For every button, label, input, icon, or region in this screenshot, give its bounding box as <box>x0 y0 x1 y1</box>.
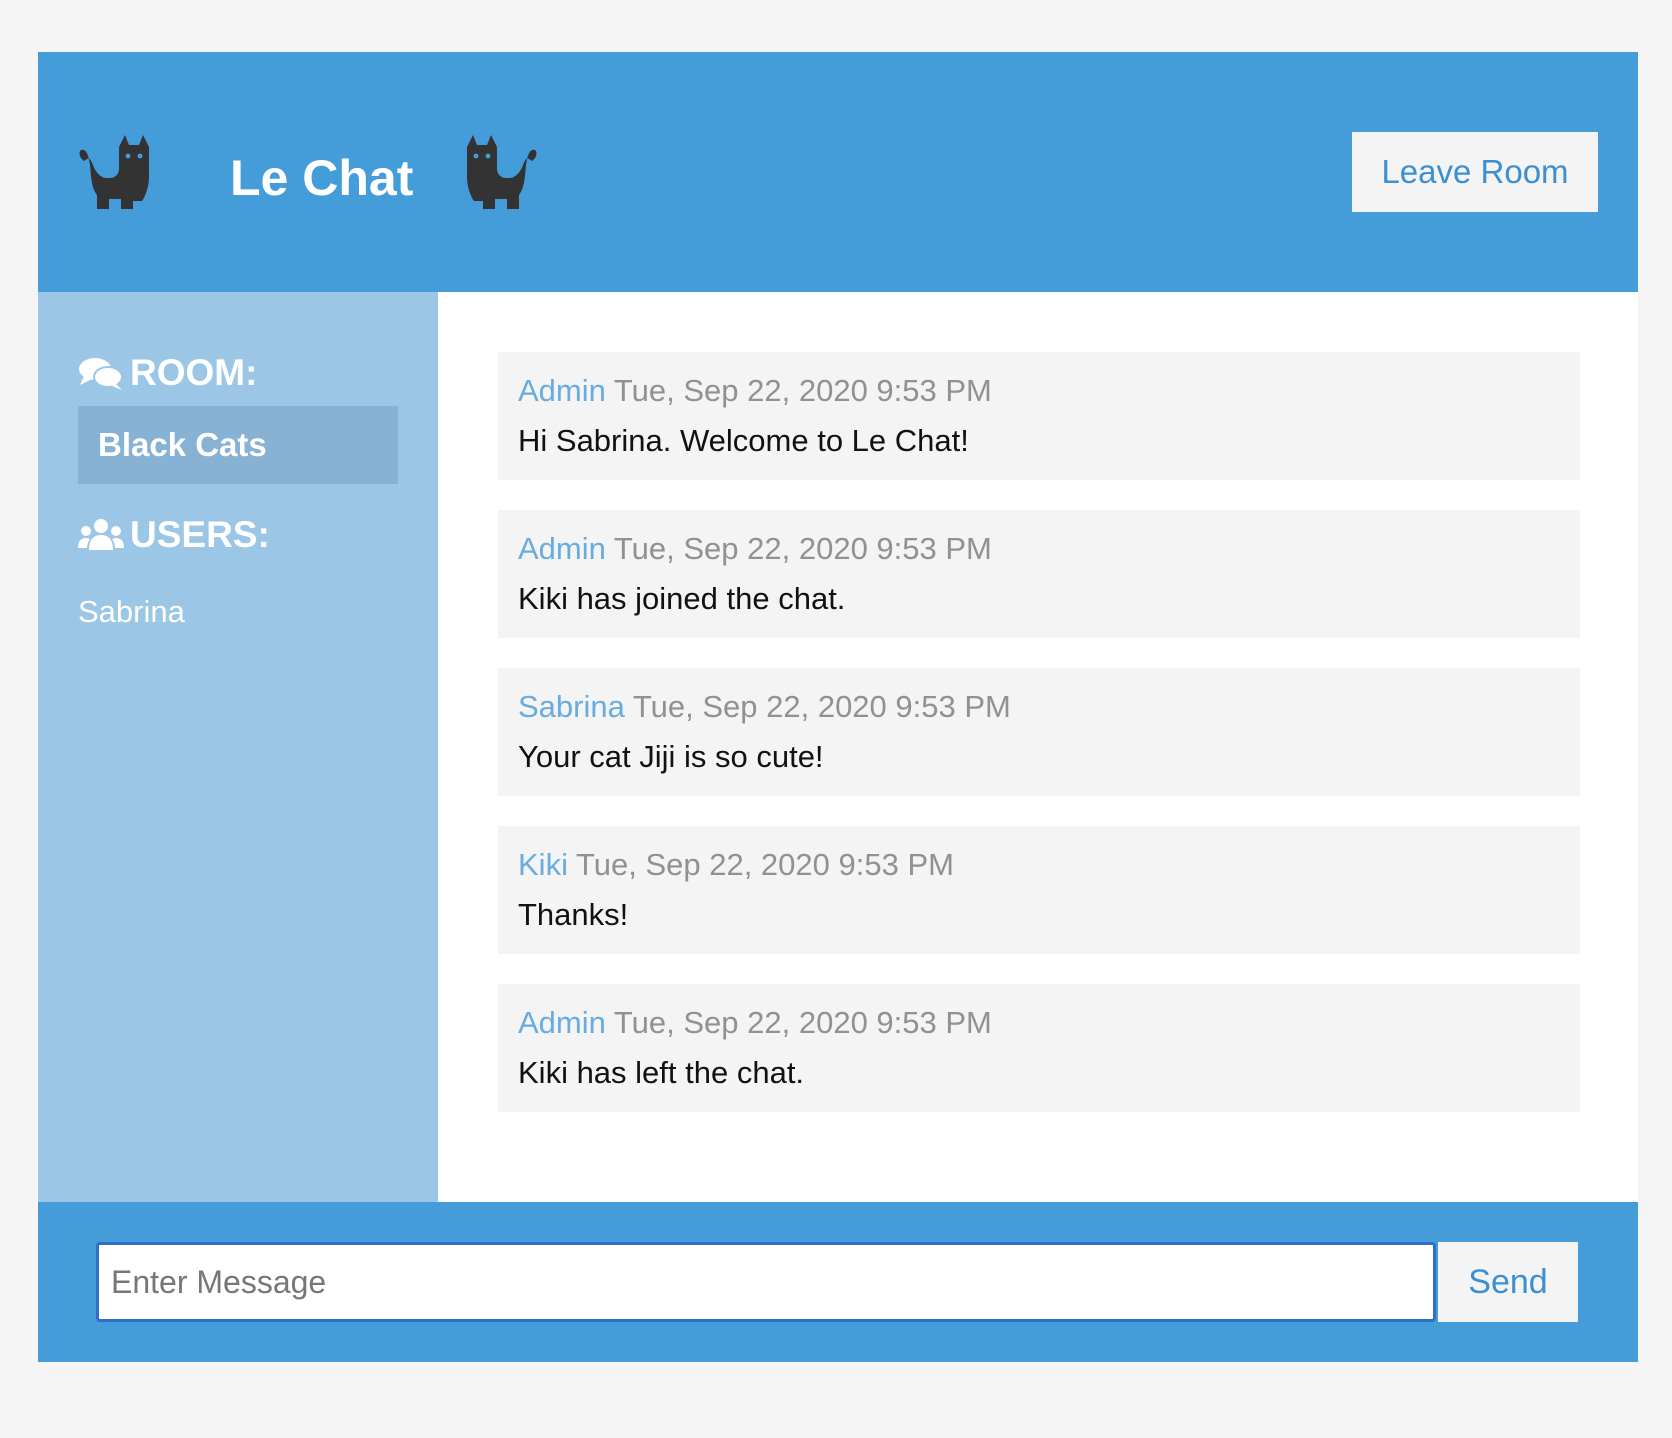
message-timestamp: Tue, Sep 22, 2020 9:53 PM <box>613 373 992 408</box>
room-heading-label: ROOM: <box>130 352 258 393</box>
message-input[interactable] <box>96 1242 1436 1322</box>
message-author: Admin <box>518 531 606 566</box>
message-text: Kiki has joined the chat. <box>518 581 846 616</box>
message-meta: Admin Tue, Sep 22, 2020 9:53 PM <box>518 370 1560 412</box>
users-list: Sabrina <box>78 592 185 632</box>
comments-icon <box>78 355 124 391</box>
message-author: Kiki <box>518 847 568 882</box>
chat-container: Le Chat Leave Room ROOM: Black Cats USER… <box>38 52 1638 1362</box>
message-timestamp: Tue, Sep 22, 2020 9:53 PM <box>632 689 1011 724</box>
message-author: Admin <box>518 373 606 408</box>
message-author: Sabrina <box>518 689 625 724</box>
message-author: Admin <box>518 1005 606 1040</box>
chat-footer: Send <box>38 1202 1638 1362</box>
users-heading-label: USERS: <box>130 514 270 555</box>
chat-header: Le Chat Leave Room <box>38 52 1638 292</box>
message-text: Thanks! <box>518 897 629 932</box>
message-timestamp: Tue, Sep 22, 2020 9:53 PM <box>575 847 954 882</box>
users-heading: USERS: <box>78 514 270 556</box>
message-text: Your cat Jiji is so cute! <box>518 739 824 774</box>
message: Admin Tue, Sep 22, 2020 9:53 PM Hi Sabrin… <box>498 352 1580 480</box>
message-meta: Sabrina Tue, Sep 22, 2020 9:53 PM <box>518 686 1560 728</box>
message-meta: Kiki Tue, Sep 22, 2020 9:53 PM <box>518 844 1560 886</box>
message-text: Hi Sabrina. Welcome to Le Chat! <box>518 423 969 458</box>
message-text: Kiki has left the chat. <box>518 1055 805 1090</box>
message-meta: Admin Tue, Sep 22, 2020 9:53 PM <box>518 528 1560 570</box>
message: Kiki Tue, Sep 22, 2020 9:53 PM Thanks! <box>498 826 1580 954</box>
message: Admin Tue, Sep 22, 2020 9:53 PM Kiki has … <box>498 984 1580 1112</box>
send-button[interactable]: Send <box>1438 1242 1578 1322</box>
message-timestamp: Tue, Sep 22, 2020 9:53 PM <box>613 531 992 566</box>
room-name: Black Cats <box>78 406 398 484</box>
users-icon <box>78 517 124 553</box>
message: Admin Tue, Sep 22, 2020 9:53 PM Kiki has … <box>498 510 1580 638</box>
message-timestamp: Tue, Sep 22, 2020 9:53 PM <box>613 1005 992 1040</box>
room-heading: ROOM: <box>78 352 257 394</box>
message: Sabrina Tue, Sep 22, 2020 9:53 PM Your ca… <box>498 668 1580 796</box>
leave-room-button[interactable]: Leave Room <box>1352 132 1598 212</box>
cat-icon <box>458 135 540 215</box>
messages-panel: Admin Tue, Sep 22, 2020 9:53 PM Hi Sabrin… <box>498 352 1580 1142</box>
sidebar: ROOM: Black Cats USERS: Sabrina <box>38 292 438 1202</box>
user-item: Sabrina <box>78 594 185 629</box>
cat-icon <box>76 135 158 215</box>
app-title: Le Chat <box>230 150 414 206</box>
message-meta: Admin Tue, Sep 22, 2020 9:53 PM <box>518 1002 1560 1044</box>
